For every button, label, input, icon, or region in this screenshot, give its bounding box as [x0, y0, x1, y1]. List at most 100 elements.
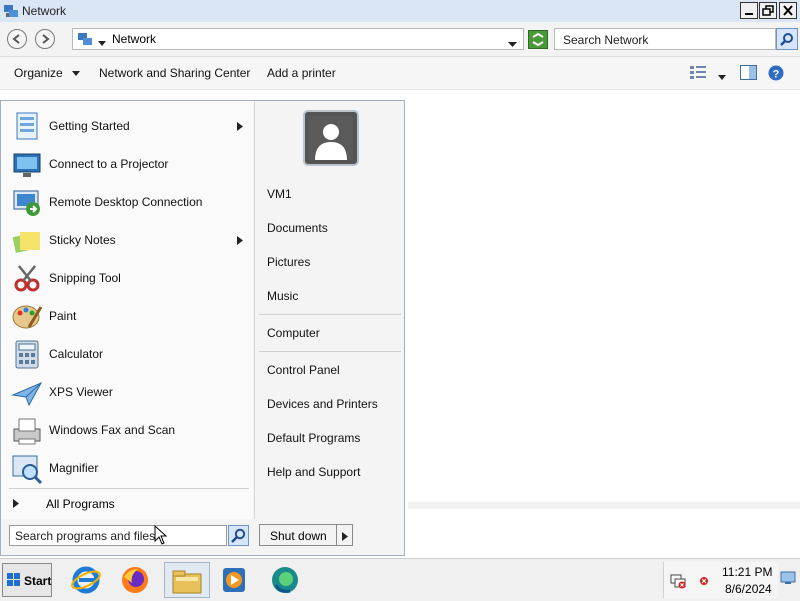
xps-viewer-icon: [11, 381, 43, 407]
network-icon: [3, 3, 19, 19]
chevron-down-icon[interactable]: [508, 37, 517, 51]
projector-icon: [13, 153, 41, 177]
program-item[interactable]: Connect to a Projector: [9, 146, 247, 182]
breadcrumb-arrow-icon[interactable]: [98, 36, 106, 50]
window-titlebar: Network: [0, 0, 800, 22]
chevron-down-icon[interactable]: [718, 70, 726, 84]
search-button[interactable]: [776, 28, 798, 50]
windows-logo-icon: [7, 573, 20, 586]
user-picture[interactable]: [303, 110, 359, 166]
action-center-icon[interactable]: [699, 576, 709, 586]
divider: [9, 488, 249, 489]
breadcrumb[interactable]: Network: [112, 32, 156, 46]
default-programs-link[interactable]: Default Programs: [267, 431, 360, 445]
search-input[interactable]: Search Network: [554, 28, 776, 50]
remote-desktop-icon: [13, 190, 40, 216]
content-separator: [408, 502, 800, 509]
computer-link[interactable]: Computer: [267, 326, 320, 340]
user-folder-link[interactable]: VM1: [267, 187, 292, 201]
clock-time[interactable]: 11:21 PM: [722, 565, 772, 579]
shutdown-button[interactable]: Shut down: [259, 524, 337, 546]
organize-label: Organize: [14, 66, 63, 80]
window-title: Network: [22, 4, 67, 18]
firefox-icon[interactable]: [115, 562, 155, 598]
divider: [254, 101, 255, 519]
music-link[interactable]: Music: [267, 289, 298, 303]
user-avatar-icon: [309, 116, 353, 160]
program-item[interactable]: Snipping Tool: [9, 260, 247, 296]
divider: [259, 314, 401, 315]
program-item[interactable]: Getting Started: [9, 108, 247, 144]
getting-started-icon: [16, 112, 38, 140]
paint-icon: [12, 305, 43, 329]
add-printer-button[interactable]: Add a printer: [267, 66, 336, 80]
organize-menu[interactable]: Organize: [14, 66, 81, 80]
address-field[interactable]: Network: [72, 28, 524, 50]
address-bar: Network Search Network: [0, 22, 800, 57]
program-label: Getting Started: [49, 119, 130, 133]
view-options-icon[interactable]: [690, 65, 708, 82]
media-player-icon[interactable]: [214, 562, 254, 598]
program-label: XPS Viewer: [49, 385, 113, 399]
program-label: Sticky Notes: [49, 233, 116, 247]
close-button[interactable]: [779, 2, 797, 19]
program-item[interactable]: Magnifier: [9, 450, 247, 486]
command-toolbar: Organize Network and Sharing Center Add …: [0, 57, 800, 90]
clock-date[interactable]: 8/6/2024: [725, 582, 772, 596]
control-panel-link[interactable]: Control Panel: [267, 363, 340, 377]
network-icon: [77, 31, 93, 50]
start-menu-programs-pane: Getting Started Connect to a Projector Rem…: [1, 101, 253, 519]
divider: [259, 351, 401, 352]
show-desktop-icon[interactable]: [780, 571, 796, 585]
magnifier-icon: [12, 455, 43, 485]
refresh-button[interactable]: [528, 30, 548, 49]
start-search-button[interactable]: [228, 525, 249, 546]
help-icon[interactable]: ?: [768, 65, 784, 84]
network-sharing-center-button[interactable]: Network and Sharing Center: [99, 66, 250, 80]
start-search-input[interactable]: Search programs and files: [9, 525, 227, 546]
start-menu: Getting Started Connect to a Projector Rem…: [0, 100, 405, 556]
program-item[interactable]: Sticky Notes: [9, 222, 247, 258]
pictures-link[interactable]: Pictures: [267, 255, 310, 269]
program-item[interactable]: XPS Viewer: [9, 374, 247, 410]
program-item[interactable]: Remote Desktop Connection: [9, 184, 247, 220]
back-button[interactable]: [7, 29, 27, 49]
svg-text:?: ?: [773, 69, 780, 81]
restore-button[interactable]: [759, 2, 777, 19]
help-support-link[interactable]: Help and Support: [267, 465, 360, 479]
fax-scan-icon: [13, 418, 41, 445]
program-label: Windows Fax and Scan: [49, 423, 176, 437]
file-explorer-icon[interactable]: [164, 562, 210, 598]
program-label: Connect to a Projector: [49, 157, 169, 171]
shutdown-options-button[interactable]: [337, 524, 353, 546]
documents-link[interactable]: Documents: [267, 221, 328, 235]
program-label: Snipping Tool: [49, 271, 121, 285]
program-label: Remote Desktop Connection: [49, 195, 203, 209]
chevron-right-icon: [342, 532, 348, 541]
start-button[interactable]: Start: [2, 563, 52, 597]
start-label: Start: [24, 574, 52, 588]
minimize-button[interactable]: [740, 2, 758, 19]
program-item[interactable]: Windows Fax and Scan: [9, 412, 247, 448]
all-programs-button[interactable]: All Programs: [9, 494, 249, 514]
all-programs-label: All Programs: [46, 497, 115, 511]
program-label: Paint: [49, 309, 77, 323]
snipping-tool-icon: [14, 265, 40, 292]
chevron-down-icon: [72, 71, 81, 76]
chevron-right-icon: [237, 122, 243, 131]
taskbar: Start 11:21 PM 8/6/2024: [0, 558, 800, 601]
program-item[interactable]: Paint: [9, 298, 247, 334]
calculator-icon: [15, 340, 39, 369]
devices-printers-link[interactable]: Devices and Printers: [267, 397, 378, 411]
program-item[interactable]: Calculator: [9, 336, 247, 372]
edge-icon[interactable]: [265, 562, 305, 598]
program-label: Magnifier: [49, 461, 99, 475]
network-status-icon[interactable]: [670, 573, 686, 589]
mouse-cursor-icon: [154, 525, 168, 545]
internet-explorer-icon[interactable]: [66, 562, 106, 598]
sticky-notes-icon: [12, 232, 40, 253]
program-label: Calculator: [49, 347, 104, 361]
preview-pane-icon[interactable]: [740, 65, 757, 83]
forward-button[interactable]: [35, 29, 55, 49]
chevron-right-icon: [13, 499, 19, 508]
